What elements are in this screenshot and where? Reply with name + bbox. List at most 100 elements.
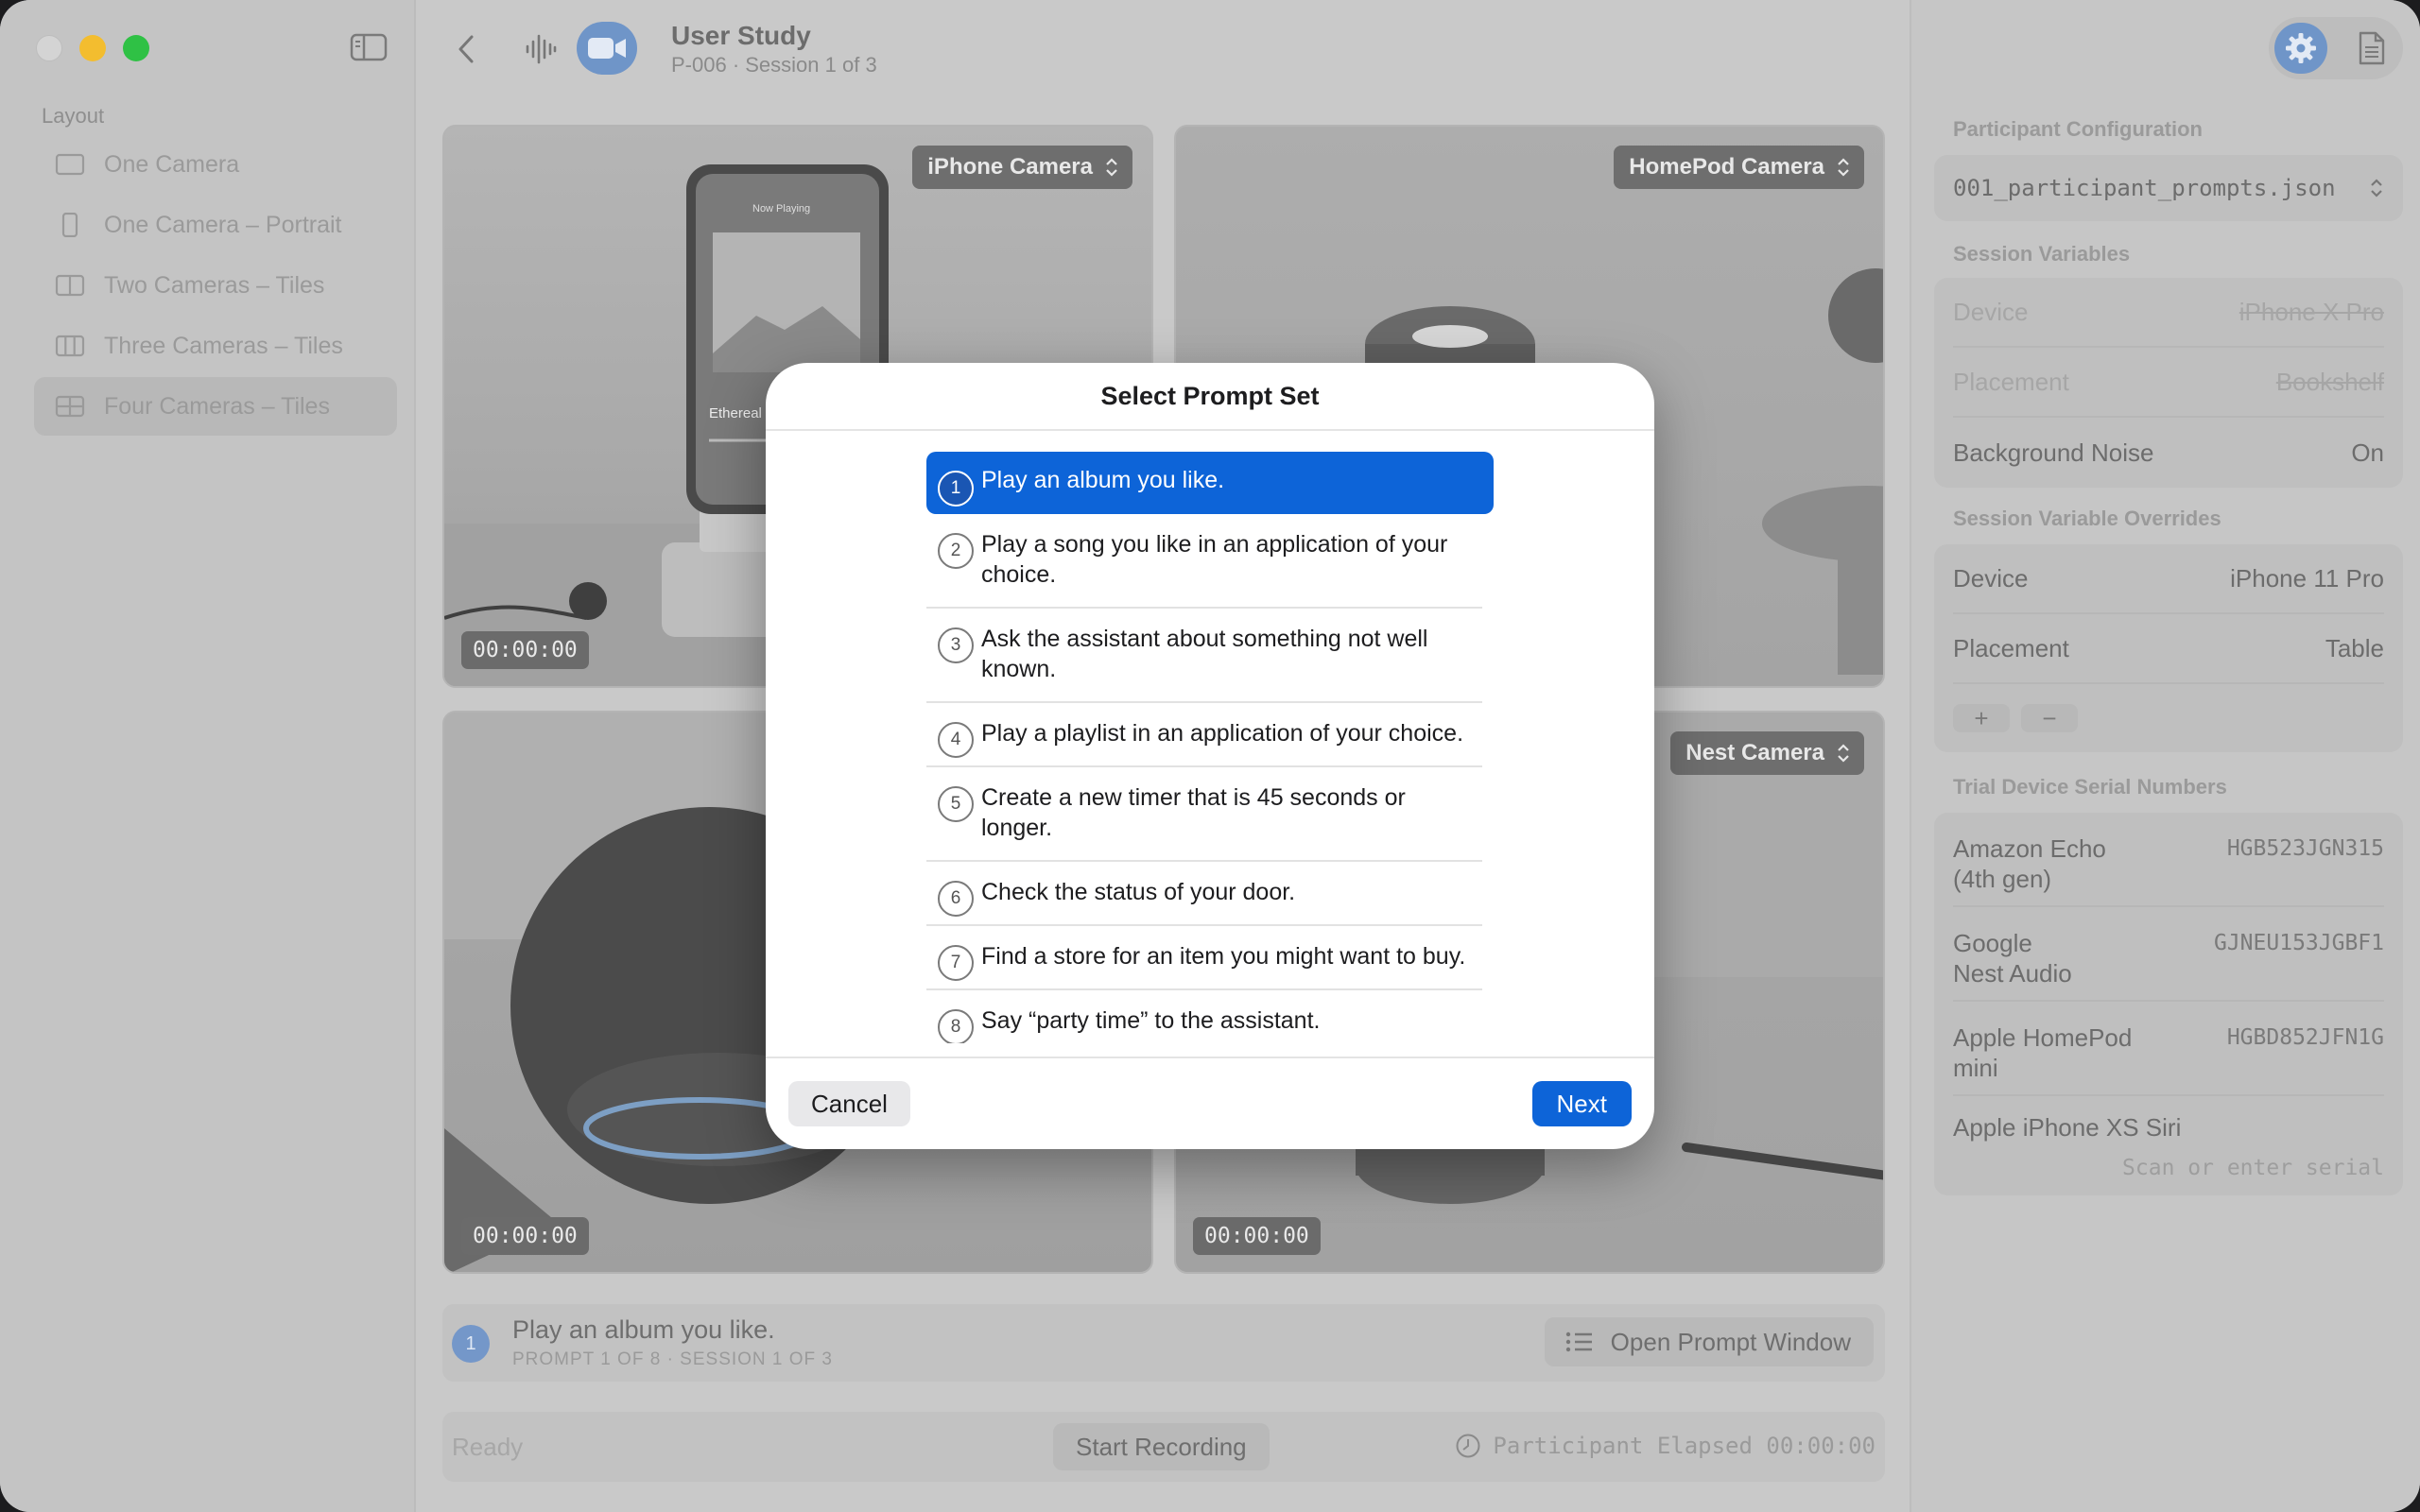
session-variables-card: Device iPhone X Pro Placement Bookshelf … xyxy=(1934,278,2403,488)
serial-device-line2: Nest Audio xyxy=(1953,959,2072,988)
session-var-value: Bookshelf xyxy=(2275,367,2384,396)
next-button[interactable]: Next xyxy=(1531,1081,1632,1126)
clock-icon xyxy=(1456,1434,1480,1458)
layout-item-four-cameras[interactable]: Four Cameras – Tiles xyxy=(34,377,397,436)
dialog-footer: Cancel Next xyxy=(766,1057,1654,1149)
serial-row[interactable]: Google Nest Audio GJNEU153JGBF1 xyxy=(1953,907,2384,1002)
serials-heading: Trial Device Serial Numbers xyxy=(1953,775,2227,799)
prompt-text: Play a playlist in an application of you… xyxy=(981,720,1464,747)
prompt-text: Find a store for an item you might want … xyxy=(981,943,1466,970)
serials-card: Amazon Echo (4th gen) HGB523JGN315 Google… xyxy=(1934,813,2403,1195)
prompt-number-icon: 5 xyxy=(938,786,974,822)
prompt-text: Check the status of your door. xyxy=(981,879,1296,905)
config-file-row: 001_participant_prompts.json xyxy=(1953,155,2384,221)
serial-device-line1: Amazon Echo xyxy=(1953,834,2106,863)
prompt-item[interactable]: 7 Find a store for an item you might wan… xyxy=(926,926,1482,990)
layout-item-one-camera-portrait[interactable]: One Camera – Portrait xyxy=(34,196,397,254)
toolbar: User Study P-006 · Session 1 of 3 xyxy=(416,0,1910,104)
camera-source-select[interactable]: HomePod Camera xyxy=(1614,146,1864,189)
app-window: Layout One Camera One Camera – Portrait … xyxy=(0,0,2420,1512)
layout-list: One Camera One Camera – Portrait Two Cam… xyxy=(34,135,397,438)
serial-row[interactable]: Amazon Echo (4th gen) HGB523JGN315 xyxy=(1953,813,2384,907)
session-var-label: Background Noise xyxy=(1953,438,2154,467)
override-value: iPhone 11 Pro xyxy=(2230,563,2384,593)
prompt-progress-text: PROMPT 1 OF 8 · SESSION 1 OF 3 xyxy=(512,1349,834,1369)
prompt-text: Say “party time” to the assistant. xyxy=(981,1007,1321,1034)
serial-device-line2: mini xyxy=(1953,1054,1998,1082)
recording-status: Ready xyxy=(452,1433,524,1461)
session-var-label: Device xyxy=(1953,297,2029,326)
prompt-item[interactable]: 6 Check the status of your door. xyxy=(926,862,1482,926)
single-pane-icon xyxy=(55,153,85,176)
list-icon xyxy=(1565,1332,1592,1352)
prompt-item[interactable]: 5 Create a new timer that is 45 seconds … xyxy=(926,767,1482,862)
window-close-button[interactable] xyxy=(36,35,62,61)
document-tab-button[interactable] xyxy=(2358,30,2386,71)
prompt-item[interactable]: 1 Play an album you like. xyxy=(926,452,1494,514)
layout-item-two-cameras[interactable]: Two Cameras – Tiles xyxy=(34,256,397,315)
inspector-mode-toggle xyxy=(2269,17,2403,79)
prompt-number-icon: 7 xyxy=(938,945,974,981)
prompt-number-icon: 4 xyxy=(938,722,974,758)
camera-source-label: HomePod Camera xyxy=(1629,154,1824,180)
prompt-item[interactable]: 8 Say “party time” to the assistant. xyxy=(926,990,1482,1043)
current-prompt-bar: 1 Play an album you like. PROMPT 1 OF 8 … xyxy=(442,1304,1885,1382)
prompt-number-icon: 2 xyxy=(938,533,974,569)
camera-source-select[interactable]: iPhone Camera xyxy=(912,146,1132,189)
session-var-row: Placement Bookshelf xyxy=(1953,348,2384,418)
settings-tab-button[interactable] xyxy=(2274,23,2327,74)
prompt-number-badge: 1 xyxy=(452,1325,490,1363)
session-var-row: Background Noise On xyxy=(1953,418,2384,488)
window-minimize-button[interactable] xyxy=(79,35,106,61)
back-button[interactable] xyxy=(444,21,488,77)
layout-item-label: Two Cameras – Tiles xyxy=(104,271,325,299)
cancel-button[interactable]: Cancel xyxy=(788,1081,910,1126)
override-row[interactable]: Placement Table xyxy=(1953,614,2384,684)
prompt-number-icon: 6 xyxy=(938,881,974,917)
camera-timecode: 00:00:00 xyxy=(461,1217,589,1255)
window-title: User Study xyxy=(671,21,811,50)
layout-item-one-camera[interactable]: One Camera xyxy=(34,135,397,194)
layout-item-three-cameras[interactable]: Three Cameras – Tiles xyxy=(34,317,397,375)
window-zoom-button[interactable] xyxy=(123,35,149,61)
status-bar: Ready Start Recording Participant Elapse… xyxy=(442,1412,1885,1482)
override-row[interactable]: Device iPhone 11 Pro xyxy=(1953,544,2384,614)
open-prompt-window-button[interactable]: Open Prompt Window xyxy=(1544,1317,1874,1366)
layout-item-label: One Camera – Portrait xyxy=(104,211,342,238)
serial-entry-row: Apple iPhone XS Siri Scan or enter seria… xyxy=(1953,1096,2384,1186)
camera-source-label: iPhone Camera xyxy=(927,154,1093,180)
serial-device-label: Apple HomePod mini xyxy=(1953,1022,2132,1083)
override-value: Table xyxy=(2325,633,2384,662)
serial-device-line1: Google xyxy=(1953,929,2032,957)
override-label: Device xyxy=(1953,563,2029,593)
audio-waveform-button[interactable] xyxy=(516,21,565,77)
camera-source-select[interactable]: Nest Camera xyxy=(1670,731,1864,775)
video-camera-icon xyxy=(588,38,626,59)
select-prompt-set-dialog: Select Prompt Set 1 Play an album you li… xyxy=(766,363,1654,1149)
config-file-name: 001_participant_prompts.json xyxy=(1953,175,2336,201)
prompt-item[interactable]: 3 Ask the assistant about something not … xyxy=(926,609,1482,703)
prompt-item[interactable]: 4 Play a playlist in an application of y… xyxy=(926,703,1482,767)
serial-input[interactable]: Scan or enter serial xyxy=(1953,1156,2384,1186)
two-tiles-icon xyxy=(55,274,85,297)
prompt-text: Play an album you like. xyxy=(981,467,1225,493)
prompt-text: Play a song you like in an application o… xyxy=(981,531,1448,588)
sidebar-toggle-icon[interactable] xyxy=(350,32,388,62)
serial-value: GJNEU153JGBF1 xyxy=(2213,931,2384,955)
remove-override-button[interactable]: − xyxy=(2021,704,2078,732)
prompt-item[interactable]: 2 Play a song you like in an application… xyxy=(926,514,1482,609)
prompt-list[interactable]: 1 Play an album you like. 2 Play a song … xyxy=(926,452,1494,1043)
add-override-button[interactable]: + xyxy=(1953,704,2010,732)
start-recording-button[interactable]: Start Recording xyxy=(1053,1423,1270,1470)
layout-section-label: Layout xyxy=(42,104,105,128)
serial-device-line1: Apple HomePod xyxy=(1953,1023,2133,1052)
prompt-number-icon: 8 xyxy=(938,1009,974,1043)
overrides-heading: Session Variable Overrides xyxy=(1953,507,2221,530)
video-camera-button[interactable] xyxy=(577,22,637,75)
config-file-select[interactable]: 001_participant_prompts.json xyxy=(1934,155,2403,221)
session-var-value: On xyxy=(2351,438,2384,467)
chevron-up-down-icon xyxy=(1838,158,1849,177)
serial-row[interactable]: Apple HomePod mini HGBD852JFN1G xyxy=(1953,1002,2384,1096)
four-tiles-icon xyxy=(55,395,85,418)
portrait-pane-icon xyxy=(61,213,78,237)
